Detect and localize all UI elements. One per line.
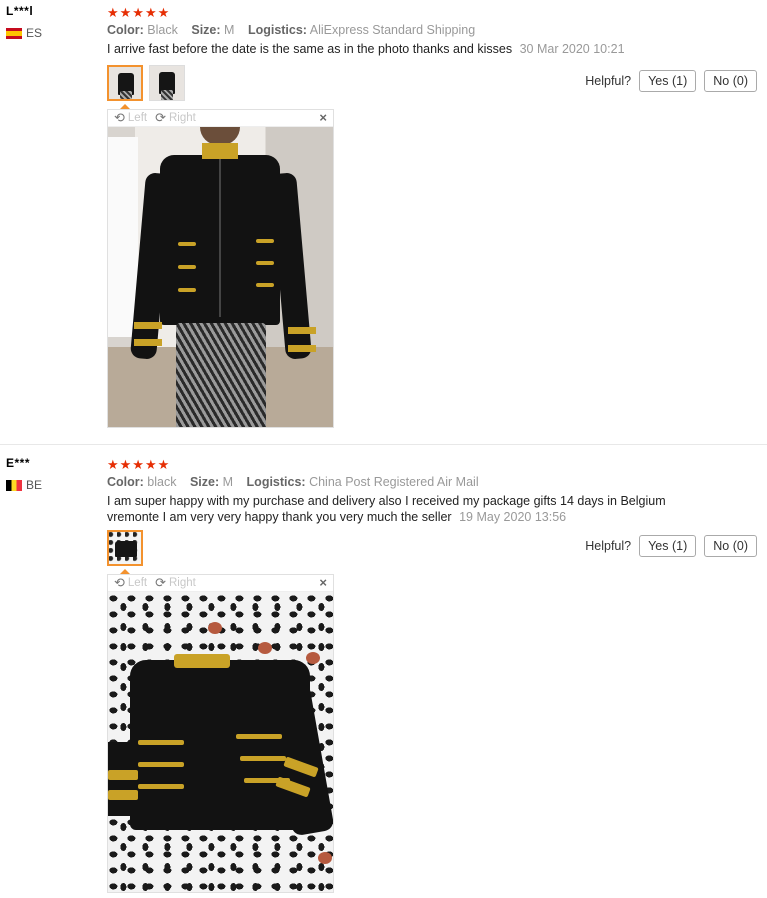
helpful-label: Helpful?: [585, 74, 632, 88]
color-value: Black: [147, 23, 178, 37]
helpful-label: Helpful?: [585, 539, 632, 553]
review-photo-thumbnail[interactable]: [149, 65, 185, 101]
review-photo-large: [108, 592, 333, 892]
color-label: Color:: [107, 23, 144, 37]
logistics-label: Logistics:: [246, 475, 306, 489]
reviewer-country: BE: [6, 478, 42, 492]
review-text: I arrive fast before the date is the sam…: [107, 42, 513, 56]
close-icon[interactable]: ×: [319, 575, 327, 590]
photo-thumbnails: [107, 530, 143, 566]
reviewer-info: L***l ES: [6, 4, 42, 40]
star-rating: ★★★★★: [107, 5, 171, 20]
color-value: black: [147, 475, 177, 489]
reviewer-name: L***l: [6, 4, 34, 18]
country-code: ES: [26, 26, 43, 40]
photo-viewer: ⟲ Left ⟳ Right ×: [107, 109, 334, 428]
review-text-block: I arrive fast before the date is the sam…: [107, 41, 677, 57]
belgium-flag-icon: [6, 479, 22, 491]
rotate-right-button[interactable]: ⟳ Right: [155, 110, 196, 126]
rotate-left-icon: ⟲: [114, 110, 125, 125]
order-attributes: Color: black Size: M Logistics: China Po…: [107, 475, 489, 489]
rotate-left-button[interactable]: ⟲ Left: [114, 575, 147, 591]
rotate-left-icon: ⟲: [114, 575, 125, 590]
viewer-toolbar: ⟲ Left ⟳ Right ×: [108, 575, 333, 592]
rotate-right-icon: ⟳: [155, 575, 166, 590]
close-icon[interactable]: ×: [319, 110, 327, 125]
photo-viewer: ⟲ Left ⟳ Right ×: [107, 574, 334, 893]
photo-thumbnails: [107, 65, 185, 101]
helpful-no-button[interactable]: No (0): [704, 535, 757, 557]
rotate-left-button[interactable]: ⟲ Left: [114, 110, 147, 126]
review-photo-thumbnail[interactable]: [107, 530, 143, 566]
review-date: 30 Mar 2020 10:21: [519, 42, 625, 56]
order-attributes: Color: Black Size: M Logistics: AliExpre…: [107, 23, 485, 37]
review-text: I am super happy with my purchase and de…: [107, 494, 666, 524]
helpful-yes-button[interactable]: Yes (1): [639, 70, 697, 92]
size-value: M: [222, 475, 234, 489]
size-label: Size:: [189, 475, 220, 489]
reviewer-country: ES: [6, 26, 42, 40]
size-value: M: [224, 23, 235, 37]
rotate-right-label: Right: [169, 112, 196, 124]
rotate-left-label: Left: [127, 112, 148, 124]
reviewer-name: E***: [6, 456, 31, 470]
rotate-right-label: Right: [169, 577, 196, 589]
helpful-yes-button[interactable]: Yes (1): [639, 535, 697, 557]
country-code: BE: [26, 478, 43, 492]
rotate-left-label: Left: [127, 577, 148, 589]
rotate-right-icon: ⟳: [155, 110, 166, 125]
viewer-toolbar: ⟲ Left ⟳ Right ×: [108, 110, 333, 127]
review-date: 19 May 2020 13:56: [459, 510, 567, 524]
logistics-value: AliExpress Standard Shipping: [309, 23, 476, 37]
spain-flag-icon: [6, 27, 22, 39]
helpful-no-button[interactable]: No (0): [704, 70, 757, 92]
star-rating: ★★★★★: [107, 457, 171, 472]
review-text-block: I am super happy with my purchase and de…: [107, 493, 677, 525]
review-photo-thumbnail[interactable]: [107, 65, 143, 101]
review-item: L***l ES ★★★★★ Color: Black Size: M Logi…: [0, 0, 767, 445]
rotate-right-button[interactable]: ⟳ Right: [155, 575, 196, 591]
reviewer-info: E*** BE: [6, 456, 42, 492]
review-item: E*** BE ★★★★★ Color: black Size: M Logis…: [0, 452, 767, 898]
logistics-label: Logistics:: [247, 23, 307, 37]
logistics-value: China Post Registered Air Mail: [309, 475, 479, 489]
helpful-voting: Helpful? Yes (1) No (0): [585, 535, 757, 557]
review-photo-large: [108, 127, 333, 427]
color-label: Color:: [107, 475, 144, 489]
size-label: Size:: [191, 23, 221, 37]
helpful-voting: Helpful? Yes (1) No (0): [585, 70, 757, 92]
